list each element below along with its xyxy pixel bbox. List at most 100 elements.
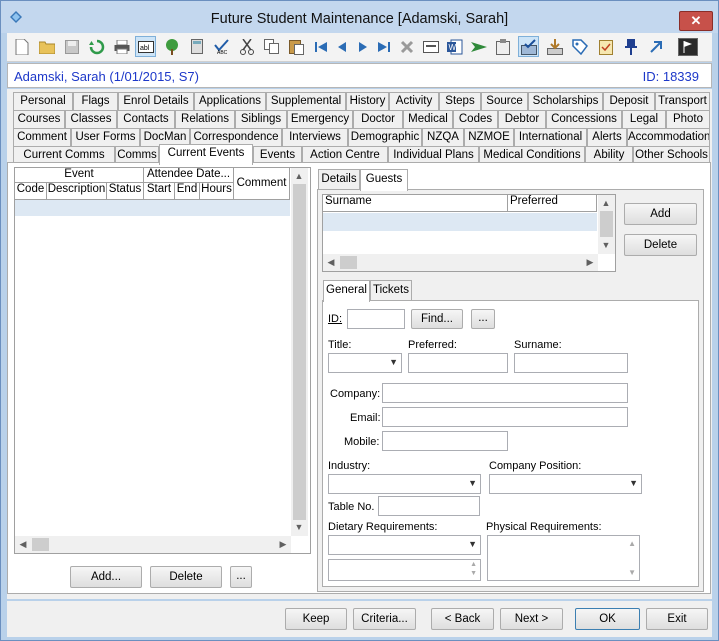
hours-header[interactable]: Hours <box>200 183 234 200</box>
paste-icon[interactable] <box>286 36 307 57</box>
tab-classes[interactable]: Classes <box>65 110 117 128</box>
table-row[interactable] <box>323 213 597 231</box>
end-header[interactable]: End <box>175 183 200 200</box>
table-no-field[interactable] <box>378 496 480 516</box>
tab-activity[interactable]: Activity <box>389 92 439 110</box>
scroll-right-icon[interactable]: ▶ <box>276 539 290 550</box>
scroll-thumb[interactable] <box>340 256 357 269</box>
description-header[interactable]: Description <box>47 183 107 200</box>
scroll-thumb[interactable] <box>32 538 49 551</box>
scroll-right-icon[interactable]: ▶ <box>583 257 597 268</box>
spell-check-icon[interactable]: ABC <box>211 36 232 57</box>
tab-steps[interactable]: Steps <box>439 92 481 110</box>
dietary-requirements-notes[interactable]: ▲ ▼ <box>328 559 481 581</box>
tab-photo[interactable]: Photo <box>666 110 710 128</box>
tab-tickets[interactable]: Tickets <box>370 280 412 300</box>
tree-icon[interactable] <box>161 36 182 57</box>
ok-button[interactable]: OK <box>575 608 640 630</box>
tab-nzqa[interactable]: NZQA <box>422 128 464 146</box>
tab-relations[interactable]: Relations <box>175 110 235 128</box>
last-record-icon[interactable] <box>373 36 394 57</box>
tab-applications[interactable]: Applications <box>194 92 266 110</box>
scroll-left-icon[interactable]: ◀ <box>16 539 30 550</box>
tab-siblings[interactable]: Siblings <box>235 110 287 128</box>
tab-medical[interactable]: Medical <box>403 110 453 128</box>
close-button[interactable]: ✕ <box>679 11 713 31</box>
scroll-thumb[interactable] <box>293 184 306 520</box>
keep-button[interactable]: Keep <box>285 608 347 630</box>
approve-icon[interactable] <box>518 36 539 57</box>
tab-interviews[interactable]: Interviews <box>282 128 348 146</box>
add-event-button[interactable]: Add... <box>70 566 142 588</box>
tab-current-events[interactable]: Current Events <box>159 144 253 165</box>
company-position-select[interactable]: ▼ <box>489 474 642 494</box>
find-button[interactable]: Find... <box>411 309 463 329</box>
delete-guest-button[interactable]: Delete <box>624 234 697 256</box>
mobile-field[interactable] <box>382 431 508 451</box>
tab-scholarships[interactable]: Scholarships <box>528 92 603 110</box>
guests-horizontal-scrollbar[interactable]: ◀ ▶ <box>323 254 598 271</box>
tab-accommodation[interactable]: Accommodation <box>627 128 710 146</box>
cut-icon[interactable] <box>236 36 257 57</box>
table-row[interactable] <box>15 200 290 216</box>
email-field[interactable] <box>382 407 628 427</box>
delete-icon[interactable] <box>396 36 417 57</box>
tab-history[interactable]: History <box>346 92 389 110</box>
scroll-down-icon[interactable]: ▼ <box>599 240 613 250</box>
comment-header[interactable]: Comment <box>234 168 290 200</box>
delete-event-button[interactable]: Delete <box>150 566 222 588</box>
next-record-icon[interactable] <box>352 36 373 57</box>
status-header[interactable]: Status <box>107 183 144 200</box>
events-vertical-scrollbar[interactable]: ▲ ▼ <box>291 168 308 536</box>
save-icon[interactable] <box>61 36 82 57</box>
tab-user-forms[interactable]: User Forms <box>71 128 140 146</box>
preferred-header[interactable]: Preferred <box>508 195 597 212</box>
code-header[interactable]: Code <box>15 183 47 200</box>
company-field[interactable] <box>382 383 628 403</box>
pin-icon[interactable] <box>620 36 641 57</box>
surname-header[interactable]: Surname <box>323 195 508 212</box>
tab-doctor[interactable]: Doctor <box>353 110 403 128</box>
refresh-icon[interactable] <box>86 36 107 57</box>
events-horizontal-scrollbar[interactable]: ◀ ▶ <box>15 536 291 553</box>
checklist-icon[interactable] <box>595 36 616 57</box>
scroll-up-icon[interactable]: ▲ <box>599 198 613 208</box>
import-icon[interactable] <box>544 36 565 57</box>
dietary-requirements-select[interactable]: ▼ <box>328 535 481 555</box>
criteria-button[interactable]: Criteria... <box>353 608 416 630</box>
tab-demographic[interactable]: Demographic <box>348 128 422 146</box>
tab-personal[interactable]: Personal <box>13 92 73 110</box>
next-button[interactable]: Next > <box>500 608 563 630</box>
id-field[interactable] <box>347 309 405 329</box>
tab-source[interactable]: Source <box>481 92 528 110</box>
scroll-left-icon[interactable]: ◀ <box>324 257 338 268</box>
find-more-button[interactable]: ... <box>471 309 495 329</box>
first-record-icon[interactable] <box>310 36 331 57</box>
tab-flags[interactable]: Flags <box>73 92 118 110</box>
event-more-button[interactable]: ... <box>230 566 252 588</box>
guests-vertical-scrollbar[interactable]: ▲ ▼ <box>598 195 615 254</box>
back-button[interactable]: < Back <box>431 608 494 630</box>
print-icon[interactable] <box>111 36 132 57</box>
physical-requirements-field[interactable]: ▲ ▼ <box>487 535 640 581</box>
industry-select[interactable]: ▼ <box>328 474 481 494</box>
tab-contacts[interactable]: Contacts <box>117 110 175 128</box>
copy-icon[interactable] <box>261 36 282 57</box>
clipboard-icon[interactable] <box>492 36 513 57</box>
tab-codes[interactable]: Codes <box>453 110 498 128</box>
text-field-icon[interactable]: abl <box>135 36 156 57</box>
arrow-up-right-icon[interactable] <box>645 36 666 57</box>
send-icon[interactable] <box>468 36 489 57</box>
scroll-thumb[interactable] <box>600 211 613 237</box>
tab-debtor[interactable]: Debtor <box>498 110 546 128</box>
start-header[interactable]: Start <box>144 183 175 200</box>
scroll-down-icon[interactable]: ▼ <box>292 522 306 532</box>
word-icon[interactable]: W <box>444 36 465 57</box>
tab-alerts[interactable]: Alerts <box>587 128 627 146</box>
tab-transport[interactable]: Transport <box>655 92 710 110</box>
tab-general[interactable]: General <box>323 280 370 302</box>
surname-field[interactable] <box>514 353 628 373</box>
tab-nzmoe[interactable]: NZMOE <box>464 128 514 146</box>
tab-guests[interactable]: Guests <box>360 169 408 191</box>
tab-legal[interactable]: Legal <box>622 110 666 128</box>
